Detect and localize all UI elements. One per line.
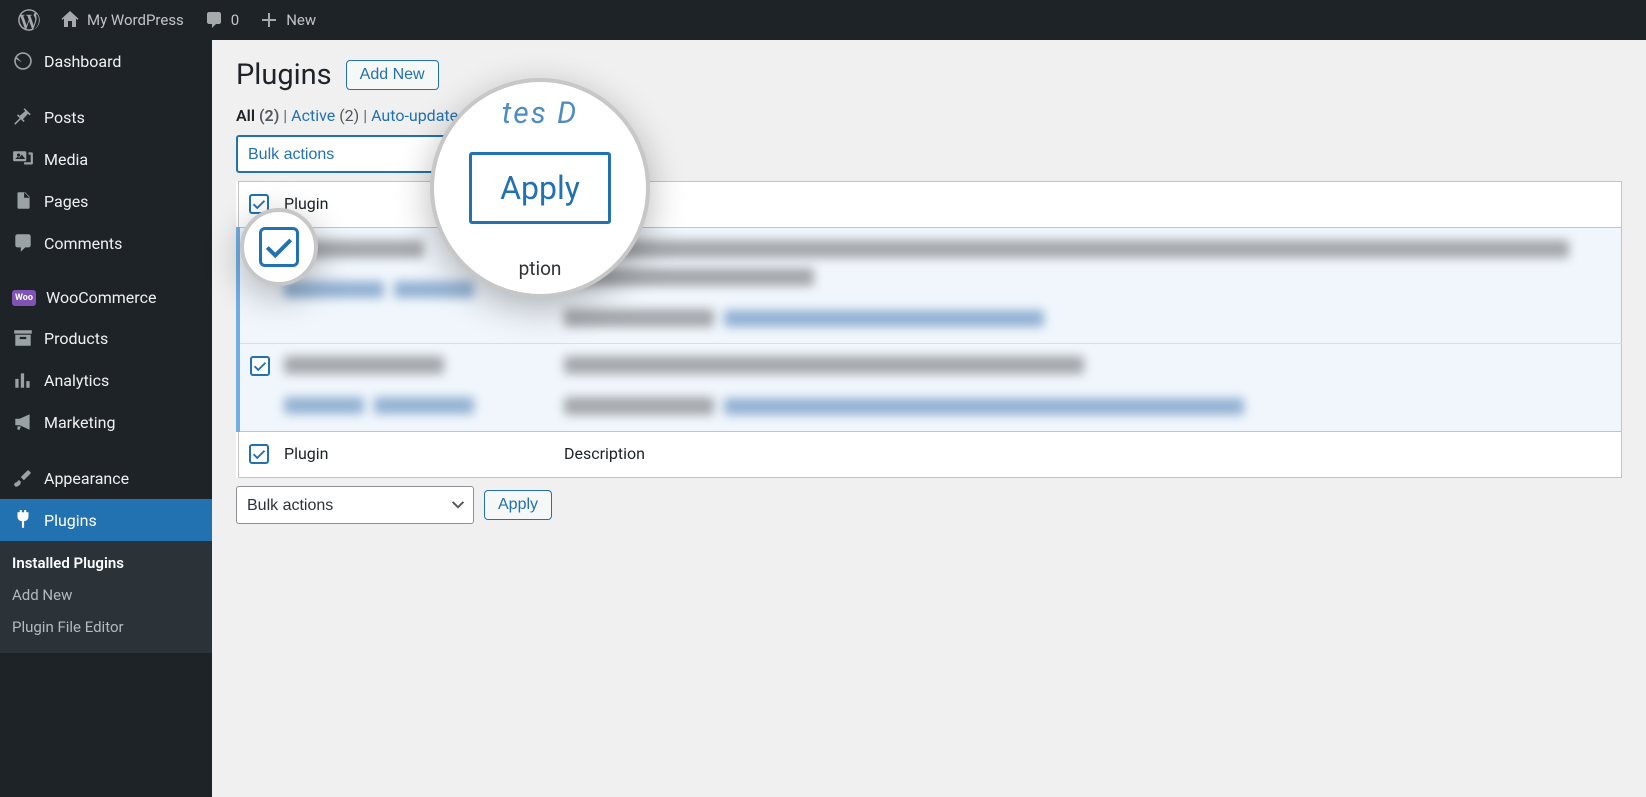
apply-button-top[interactable]: Apply [484,139,552,169]
row-checkbox[interactable] [250,356,270,376]
admin-sidebar: Dashboard Posts Media Pages Comments Woo… [0,40,212,797]
plugin-icon [12,509,34,531]
comments-link[interactable]: 0 [194,0,249,40]
column-plugin-footer: Plugin [274,432,554,478]
media-icon [12,148,34,170]
filter-auto-updates[interactable]: Auto-updates Disabled (2) [371,106,556,125]
wordpress-icon [18,9,40,31]
blurred-plugin-name [284,356,444,374]
sidebar-item-appearance[interactable]: Appearance [0,457,212,499]
submenu-plugin-editor[interactable]: Plugin File Editor [0,611,212,643]
sidebar-item-products[interactable]: Products [0,317,212,359]
brush-icon [12,467,34,489]
select-all-top-checkbox[interactable] [249,194,269,214]
blurred-link [724,310,1044,327]
sidebar-item-comments[interactable]: Comments [0,222,212,264]
new-label: New [286,11,316,29]
page-icon [12,190,34,212]
sidebar-item-analytics[interactable]: Analytics [0,359,212,401]
blurred-meta [564,397,714,415]
site-name-text: My WordPress [87,11,184,29]
sidebar-label: Dashboard [44,52,121,71]
chart-icon [12,369,34,391]
blurred-description [564,268,814,286]
bulk-action-select-bottom[interactable]: Bulk actions [236,486,474,524]
table-row [238,228,1622,344]
sidebar-item-dashboard[interactable]: Dashboard [0,40,212,82]
sidebar-item-posts[interactable]: Posts [0,96,212,138]
sidebar-label: Comments [44,234,122,253]
table-row [238,344,1622,432]
blurred-meta [564,309,714,327]
blurred-link [724,398,1244,415]
filter-all[interactable]: All (2) [236,106,279,125]
woo-icon: Woo [12,290,36,306]
blurred-description [564,356,1084,374]
filter-links: All (2) | Active (2) | Auto-updates Disa… [236,106,1622,125]
row-checkbox[interactable] [250,240,270,260]
add-new-button[interactable]: Add New [346,60,439,90]
sidebar-item-pages[interactable]: Pages [0,180,212,222]
sidebar-label: Marketing [44,413,115,432]
comment-icon [12,232,34,254]
sidebar-item-marketing[interactable]: Marketing [0,401,212,443]
tablenav-bottom: Bulk actions Apply [236,486,1622,524]
sidebar-item-media[interactable]: Media [0,138,212,180]
apply-button-bottom[interactable]: Apply [484,490,552,520]
column-description-header[interactable]: Description [554,182,1622,228]
submenu-installed-plugins[interactable]: Installed Plugins [0,547,212,579]
select-all-bottom-checkbox[interactable] [249,444,269,464]
sidebar-label: WooCommerce [46,288,156,307]
tablenav-top: Bulk actions Apply [236,135,1622,173]
pin-icon [12,106,34,128]
blurred-link [394,281,474,298]
plus-icon [259,10,279,30]
home-icon [60,10,80,30]
sidebar-label: Plugins [44,511,97,530]
blurred-link [374,397,474,414]
blurred-plugin-name [284,240,424,258]
new-content-link[interactable]: New [249,0,326,40]
admin-bar: My WordPress 0 New [0,0,1646,40]
bulk-action-select-top[interactable]: Bulk actions [236,135,474,173]
page-title: Plugins [236,58,332,92]
sidebar-label: Analytics [44,371,109,390]
site-name-link[interactable]: My WordPress [50,0,194,40]
column-description-footer: Description [554,432,1622,478]
dashboard-icon [12,50,34,72]
submenu-add-new[interactable]: Add New [0,579,212,611]
plugins-table: Plugin Description [236,181,1622,478]
filter-active[interactable]: Active (2) [291,106,359,125]
wp-logo[interactable] [8,0,50,40]
archive-icon [12,327,34,349]
main-content: Plugins Add New All (2) | Active (2) | A… [212,40,1646,556]
comment-icon [204,10,224,30]
megaphone-icon [12,411,34,433]
blurred-link [284,397,364,414]
sidebar-label: Posts [44,108,85,127]
sidebar-label: Products [44,329,108,348]
comment-count: 0 [231,11,239,29]
blurred-description [564,240,1569,258]
sidebar-plugins-submenu: Installed Plugins Add New Plugin File Ed… [0,541,212,653]
sidebar-label: Pages [44,192,88,211]
column-plugin-header[interactable]: Plugin [274,182,554,228]
sidebar-item-woocommerce[interactable]: Woo WooCommerce [0,278,212,317]
sidebar-label: Appearance [44,469,129,488]
blurred-link [284,281,384,298]
sidebar-label: Media [44,150,88,169]
sidebar-item-plugins[interactable]: Plugins [0,499,212,541]
